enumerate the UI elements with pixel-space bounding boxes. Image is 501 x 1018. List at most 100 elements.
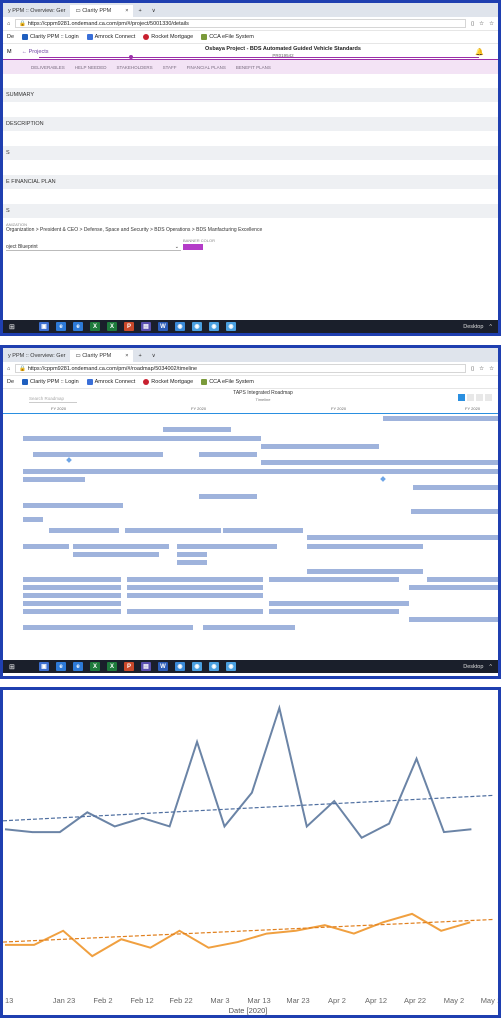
timeline-view-button[interactable] <box>458 394 465 401</box>
blueprint-select[interactable]: oject Blueprint ⌄ <box>6 244 181 251</box>
roadmap-item[interactable] <box>127 577 263 582</box>
section-s2[interactable]: S <box>3 204 498 219</box>
taskbar-app-icon[interactable]: ▤ <box>141 322 151 331</box>
tab-staff[interactable]: STAFF <box>163 65 177 70</box>
roadmap-item[interactable] <box>23 585 121 590</box>
start-icon[interactable]: ⊞ <box>9 323 15 331</box>
roadmap-item[interactable] <box>261 460 498 465</box>
notification-bell-icon[interactable]: 🔔 <box>475 48 484 56</box>
section-description[interactable]: DESCRIPTION <box>3 117 498 132</box>
roadmap-item[interactable] <box>23 436 261 441</box>
list-view-button[interactable] <box>476 394 483 401</box>
roadmap-item[interactable] <box>411 509 498 514</box>
tab-help-needed[interactable]: HELP NEEDED <box>75 65 107 70</box>
roadmap-item[interactable] <box>163 427 231 432</box>
reading-view-icon[interactable]: ▯ <box>471 21 474 27</box>
browser-tab-overview[interactable]: y PPM :: Overview: Ger <box>3 5 70 17</box>
roadmap-item[interactable] <box>269 609 399 614</box>
section-financial-plan[interactable]: E FINANCIAL PLAN <box>3 175 498 190</box>
roadmap-item[interactable] <box>49 528 119 533</box>
favorite-amrock-connect[interactable]: Amrock Connect <box>86 379 135 385</box>
favorite-rocket-mortgage[interactable]: Rocket Mortgage <box>143 34 193 40</box>
roadmap-item[interactable] <box>177 544 277 549</box>
roadmap-item[interactable] <box>23 609 121 614</box>
roadmap-item[interactable] <box>127 593 263 598</box>
tab-menu-icon[interactable]: ∨ <box>147 5 161 17</box>
roadmap-item[interactable] <box>73 544 169 549</box>
roadmap-item[interactable] <box>177 560 207 565</box>
roadmap-item[interactable] <box>223 528 303 533</box>
favorites-list-icon[interactable]: ☆ <box>489 21 494 27</box>
roadmap-item[interactable] <box>269 601 409 606</box>
new-tab-icon[interactable]: + <box>133 350 146 362</box>
taskbar-app-icon[interactable]: X <box>90 662 100 671</box>
back-to-projects-link[interactable]: ← Projects <box>22 49 49 55</box>
taskbar-app-icon[interactable]: W <box>158 662 168 671</box>
browser-tab-overview-2[interactable]: y PPM :: Overview: Ger <box>3 350 70 362</box>
tab-benefit-plans[interactable]: BENEFIT PLANS <box>236 65 271 70</box>
banner-color-swatch[interactable] <box>183 244 203 250</box>
close-tab-icon[interactable]: × <box>125 353 128 359</box>
favorite-amrock-connect[interactable]: Amrock Connect <box>86 34 135 40</box>
favorite-cca-efile[interactable]: CCA eFile System <box>201 379 254 385</box>
taskbar-app-icon[interactable]: e <box>73 662 83 671</box>
taskbar-app-icon[interactable]: ◉ <box>192 322 202 331</box>
roadmap-item[interactable] <box>23 477 85 482</box>
roadmap-item[interactable] <box>23 593 121 598</box>
taskbar-app-icon[interactable]: ◉ <box>209 322 219 331</box>
tray-chevron-icon[interactable]: ^ <box>489 324 492 330</box>
roadmap-item[interactable] <box>383 416 498 421</box>
favorite-star-icon[interactable]: ☆ <box>479 366 484 372</box>
roadmap-search-input[interactable]: Search Roadmap <box>29 396 77 403</box>
favorite-cca-efile[interactable]: CCA eFile System <box>201 34 254 40</box>
taskbar-app-icon[interactable]: P <box>124 662 134 671</box>
roadmap-item[interactable] <box>199 452 257 457</box>
roadmap-item[interactable] <box>23 601 121 606</box>
roadmap-item[interactable] <box>23 625 193 630</box>
roadmap-item[interactable] <box>23 544 69 549</box>
favorites-list-icon[interactable]: ☆ <box>489 366 494 372</box>
taskbar-app-icon[interactable]: X <box>107 322 117 331</box>
taskbar-app-icon[interactable]: ◉ <box>209 662 219 671</box>
taskbar-app-icon[interactable]: X <box>107 662 117 671</box>
roadmap-item[interactable] <box>177 552 207 557</box>
home-icon[interactable]: ⌂ <box>7 366 10 372</box>
taskbar-app-icon[interactable]: X <box>90 322 100 331</box>
roadmap-item[interactable] <box>23 503 123 508</box>
tab-financial-plans[interactable]: FINANCIAL PLANS <box>187 65 226 70</box>
desktop-label[interactable]: Desktop <box>463 324 483 330</box>
favorite-star-icon[interactable]: ☆ <box>479 21 484 27</box>
grid-view-button[interactable] <box>467 394 474 401</box>
roadmap-item[interactable] <box>23 517 43 522</box>
roadmap-item[interactable] <box>427 577 498 582</box>
roadmap-item[interactable] <box>125 528 221 533</box>
url-input-2[interactable]: 🔒 https://cppm9281.ondemand.ca.com/pm/#/… <box>15 364 467 373</box>
roadmap-item[interactable] <box>23 469 498 474</box>
favorite-clarity-login[interactable]: Clarity PPM :: Login <box>22 379 79 385</box>
roadmap-item[interactable] <box>73 552 159 557</box>
roadmap-item[interactable] <box>199 494 257 499</box>
taskbar-app-icon[interactable]: ◉ <box>175 662 185 671</box>
taskbar-app-icon[interactable]: ▤ <box>141 662 151 671</box>
roadmap-item[interactable] <box>203 625 295 630</box>
roadmap-item[interactable] <box>23 577 121 582</box>
favorite-rocket-mortgage[interactable]: Rocket Mortgage <box>143 379 193 385</box>
roadmap-item[interactable] <box>409 585 498 590</box>
section-summary[interactable]: SUMMARY <box>3 88 498 103</box>
taskbar-app-icon[interactable]: ▣ <box>39 322 49 331</box>
settings-button[interactable] <box>485 394 492 401</box>
roadmap-item[interactable] <box>307 535 498 540</box>
tab-stakeholders[interactable]: STAKEHOLDERS <box>116 65 152 70</box>
roadmap-item[interactable] <box>127 609 263 614</box>
roadmap-item[interactable] <box>413 485 498 490</box>
taskbar-app-icon[interactable]: W <box>158 322 168 331</box>
start-icon[interactable]: ⊞ <box>9 663 15 671</box>
reading-view-icon[interactable]: ▯ <box>471 366 474 372</box>
new-tab-icon[interactable]: + <box>133 5 146 17</box>
taskbar-app-icon[interactable]: ▣ <box>39 662 49 671</box>
roadmap-item[interactable] <box>269 577 399 582</box>
roadmap-item[interactable] <box>409 617 498 622</box>
taskbar-app-icon[interactable]: ◉ <box>192 662 202 671</box>
taskbar-app-icon[interactable]: ◉ <box>226 322 236 331</box>
roadmap-item[interactable] <box>33 452 163 457</box>
